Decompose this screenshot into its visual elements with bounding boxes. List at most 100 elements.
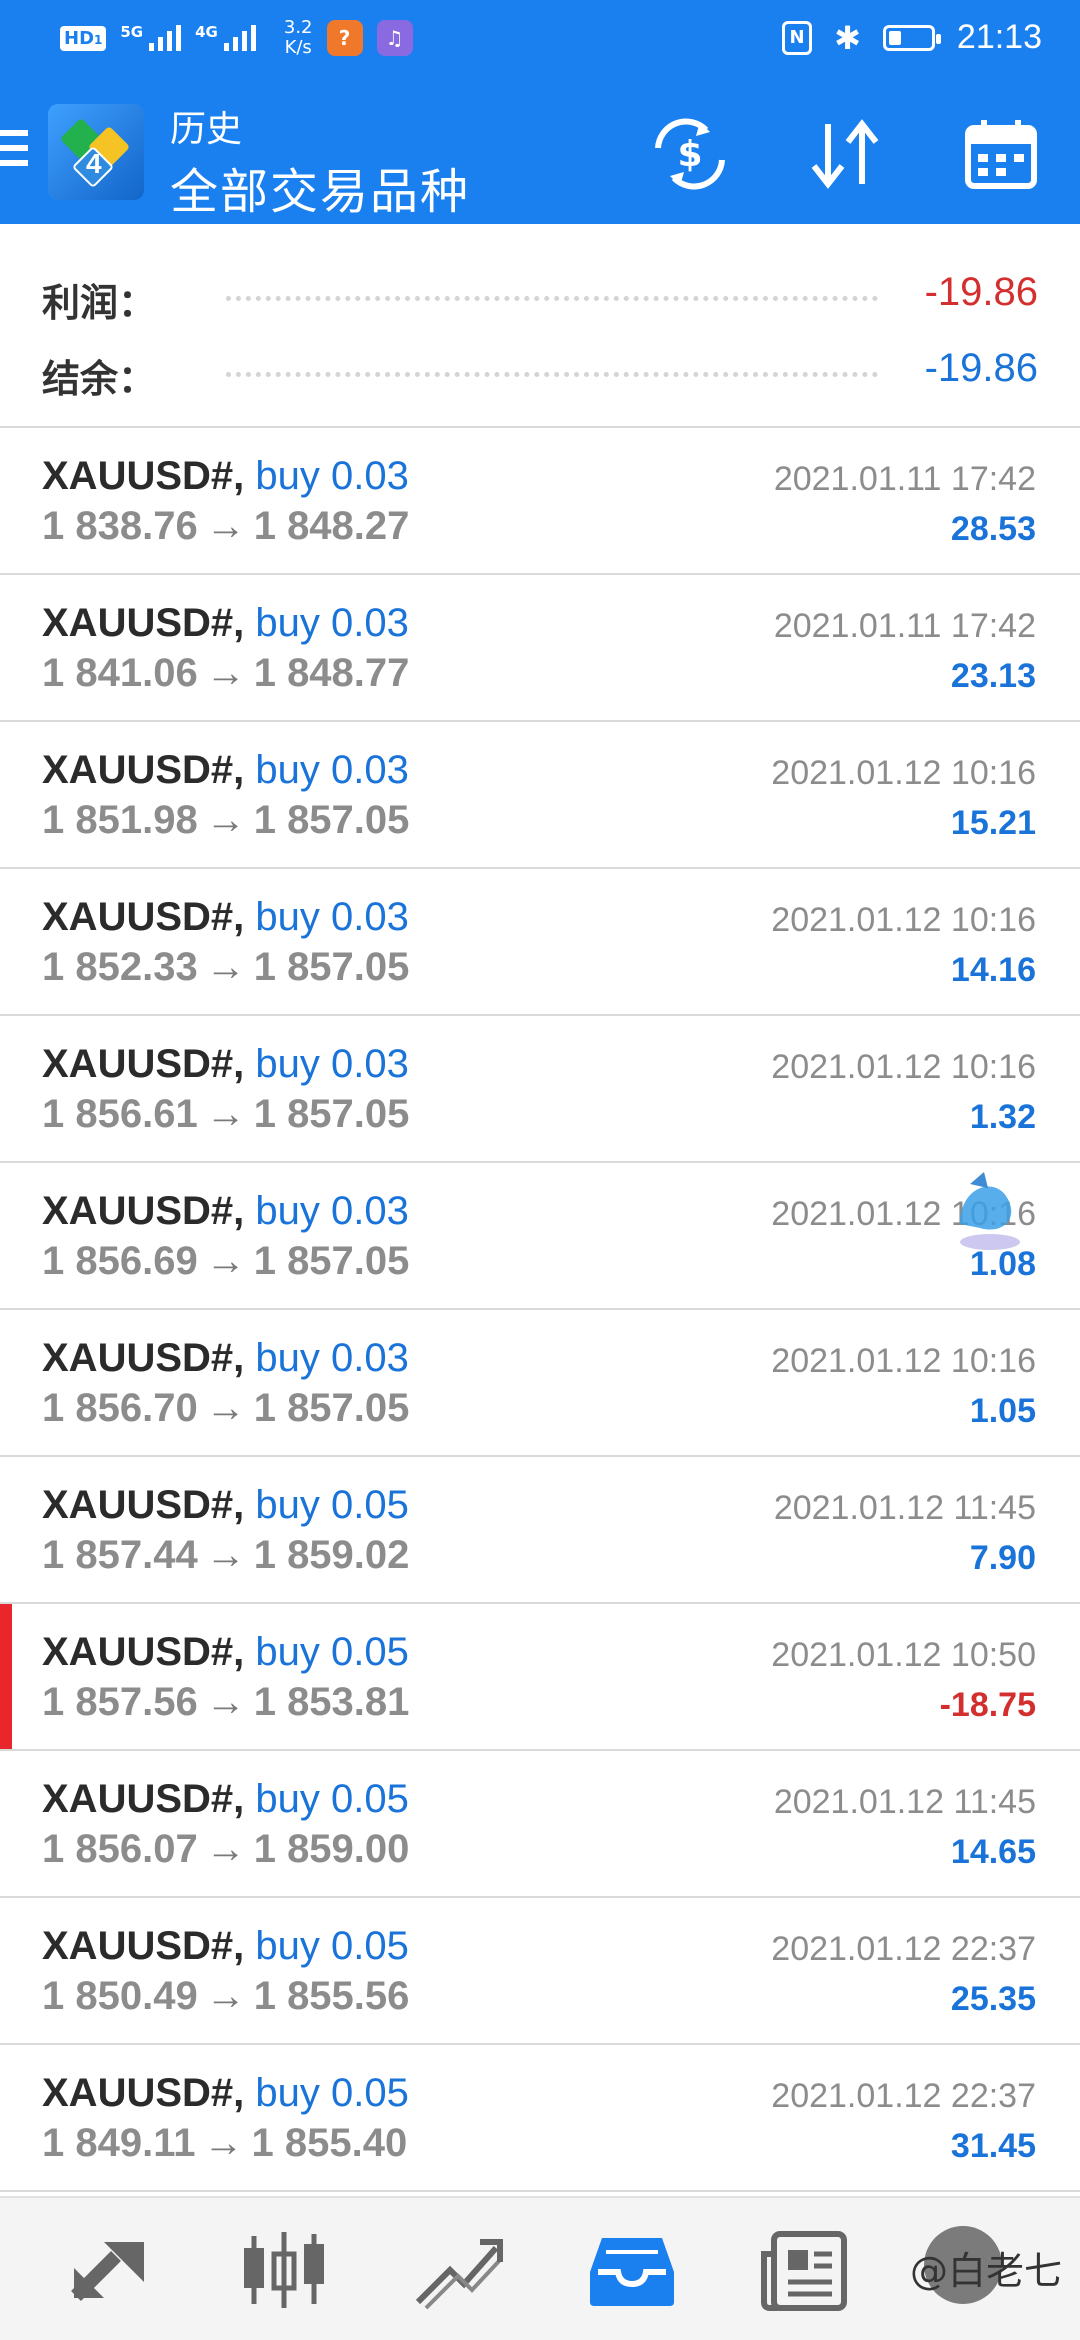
trade-row[interactable]: XAUUSD#, buy 0.03 1 838.76 → 1 848.27 2021.0… [0,428,1080,575]
clock: 21:13 [956,18,1042,56]
close-price: 1 859.00 [253,1827,410,1871]
trade-action: buy 0.05 [255,1483,409,1527]
open-price: 1 852.33 [42,945,198,989]
trade-prices: 1 849.11 → 1 855.40 [42,2121,407,2166]
open-price: 1 856.07 [42,1827,198,1871]
trade-symbol: XAUUSD#, [42,895,245,939]
trade-title: XAUUSD#, buy 0.03 [42,895,409,940]
trade-time: 2021.01.12 22:37 [771,2077,1036,2115]
trend-chart-icon[interactable] [410,2226,506,2314]
balance-label: 结余： [42,357,157,401]
trade-symbol: XAUUSD#, [42,1924,245,1968]
trade-symbol: XAUUSD#, [42,454,245,498]
trade-action: buy 0.05 [255,2071,409,2115]
trade-row[interactable]: XAUUSD#, buy 0.03 1 852.33 → 1 857.05 2021.0… [0,869,1080,1016]
trade-symbol: XAUUSD#, [42,1777,245,1821]
trade-row[interactable]: XAUUSD#, buy 0.05 1 850.49 → 1 855.56 2021.0… [0,1898,1080,2045]
network-speed: 3.2 K/s [283,17,313,58]
news-icon[interactable] [758,2226,854,2314]
bottom-nav: @白老七 [0,2196,1080,2340]
trade-row[interactable]: XAUUSD#, buy 0.05 1 856.07 → 1 859.00 2021.0… [0,1751,1080,1898]
close-price: 1 857.05 [253,1092,410,1136]
open-price: 1 856.70 [42,1386,198,1430]
trade-symbol: XAUUSD#, [42,2071,245,2115]
open-price: 1 850.49 [42,1974,198,2018]
trade-action: buy 0.03 [255,1042,409,1086]
trade-action: buy 0.05 [255,1924,409,1968]
trade-prices: 1 841.06 → 1 848.77 [42,651,409,696]
trade-row[interactable]: XAUUSD#, buy 0.03 1 856.69 → 1 857.05 2021.0… [0,1163,1080,1310]
trade-row[interactable]: XAUUSD#, buy 0.03 1 856.61 → 1 857.05 2021.0… [0,1016,1080,1163]
trade-symbol: XAUUSD#, [42,601,245,645]
trade-symbol: XAUUSD#, [42,1042,245,1086]
history-inbox-icon[interactable] [584,2226,680,2314]
trade-prices: 1 856.70 → 1 857.05 [42,1386,409,1431]
page-subtitle: 历史 [170,109,243,150]
open-price: 1 857.44 [42,1533,198,1577]
trade-profit: 25.35 [950,1980,1036,2018]
menu-icon[interactable] [0,130,28,174]
trade-action: buy 0.03 [255,1336,409,1380]
trade-row[interactable]: XAUUSD#, buy 0.05 1 849.11 → 1 855.40 2021.0… [0,2045,1080,2192]
close-price: 1 855.56 [253,1974,410,2018]
close-price: 1 855.40 [251,2121,408,2165]
close-price: 1 857.05 [253,1239,410,1283]
dotted-leader [226,372,878,377]
page-title[interactable]: 全部交易品种 [170,152,470,222]
trade-profit: -18.75 [939,1686,1036,1724]
trade-prices: 1 838.76 → 1 848.27 [42,504,409,549]
trade-prices: 1 856.07 → 1 859.00 [42,1827,409,1872]
trade-title: XAUUSD#, buy 0.03 [42,748,409,793]
metatrader-logo[interactable]: 4 [48,104,144,200]
trade-title: XAUUSD#, buy 0.03 [42,601,409,646]
trade-time: 2021.01.12 10:16 [771,754,1036,792]
trade-time: 2021.01.11 17:42 [773,460,1036,498]
trade-row[interactable]: XAUUSD#, buy 0.03 1 851.98 → 1 857.05 2021.0… [0,722,1080,869]
balance-value: -19.86 [924,346,1038,390]
trade-title: XAUUSD#, buy 0.05 [42,1483,409,1528]
trade-symbol: XAUUSD#, [42,1630,245,1674]
summary-panel: 利润： -19.86 结余： -19.86 [0,224,1080,426]
candlestick-chart-icon[interactable] [236,2226,332,2314]
trade-row[interactable]: XAUUSD#, buy 0.03 1 856.70 → 1 857.05 2021.0… [0,1310,1080,1457]
dotted-leader [226,296,878,301]
close-price: 1 848.27 [253,504,410,548]
open-price: 1 856.69 [42,1239,198,1283]
hd-badge: HD1 [60,25,107,51]
trade-row[interactable]: XAUUSD#, buy 0.05 1 857.56 → 1 853.81 2021.0… [0,1604,1080,1751]
close-price: 1 853.81 [253,1680,410,1724]
loss-marker [0,1604,12,1749]
currency-exchange-icon[interactable]: $ [650,118,730,190]
trade-prices: 1 856.69 → 1 857.05 [42,1239,409,1284]
trade-title: XAUUSD#, buy 0.05 [42,2071,409,2116]
close-price: 1 857.05 [253,1386,410,1430]
trade-title: XAUUSD#, buy 0.05 [42,1777,409,1822]
calendar-icon[interactable] [962,118,1042,190]
trade-profit: 7.90 [969,1539,1036,1577]
battery-icon [882,24,941,51]
watermark: @白老七 [909,2249,1062,2293]
arrow-right-icon: → [205,1239,246,1283]
trade-prices: 1 857.56 → 1 853.81 [42,1680,409,1725]
trade-title: XAUUSD#, buy 0.03 [42,1042,409,1087]
arrow-right-icon: → [205,1827,246,1871]
trade-row[interactable]: XAUUSD#, buy 0.03 1 841.06 → 1 848.77 2021.0… [0,575,1080,722]
floating-assistant-icon[interactable] [950,1164,1030,1254]
trade-row[interactable]: XAUUSD#, buy 0.05 1 857.44 → 1 859.02 2021.0… [0,1457,1080,1604]
trade-prices: 1 852.33 → 1 857.05 [42,945,409,990]
nfc-icon: N [782,20,813,55]
signal-4g-icon: 4G [195,25,256,51]
arrow-right-icon: → [205,1974,246,2018]
trade-title: XAUUSD#, buy 0.03 [42,1336,409,1381]
trade-prices: 1 851.98 → 1 857.05 [42,798,409,843]
trade-profit: 31.45 [950,2127,1036,2165]
sort-icon[interactable] [806,118,886,190]
open-price: 1 857.56 [42,1680,198,1724]
profit-label: 利润： [42,281,157,325]
trade-time: 2021.01.12 10:16 [771,901,1036,939]
trade-profit: 15.21 [950,804,1036,842]
arrow-right-icon: → [205,1533,246,1577]
trade-action: buy 0.05 [255,1630,409,1674]
quotes-arrows-icon[interactable] [62,2226,158,2314]
status-left: HD1 5G 4G 3.2 K/s ? ♫ [60,18,413,58]
